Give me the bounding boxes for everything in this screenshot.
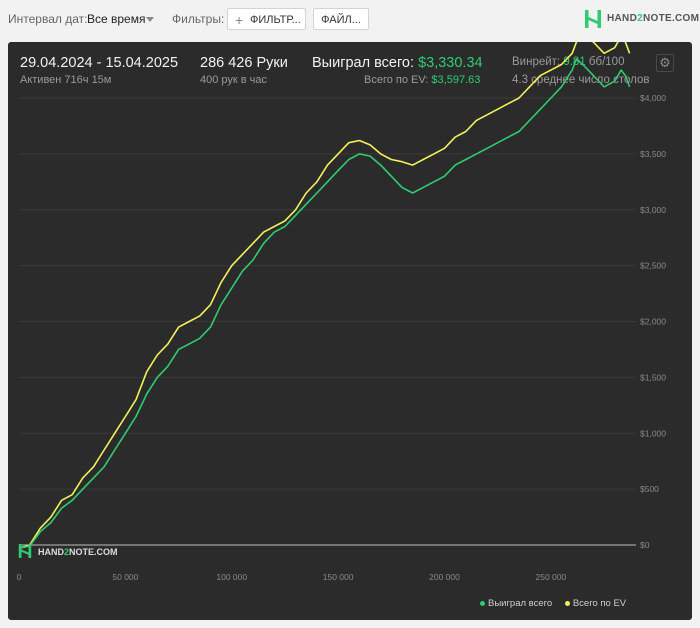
graph-panel: 29.04.2024 - 15.04.2025 Активен 716ч 15м… <box>8 42 692 620</box>
x-tick-label: 150 000 <box>323 572 354 582</box>
y-tick-label: $1,000 <box>640 428 666 438</box>
watermark-text: HAND2NOTE.COM <box>38 547 118 557</box>
legend-label-ev: Всего по EV <box>572 598 627 609</box>
x-tick-label: 200 000 <box>429 572 460 582</box>
y-tick-label: $4,000 <box>640 93 666 103</box>
date-interval-select[interactable]: Все время <box>87 12 145 26</box>
profit-chart: $0 $500 $1,000 $1,500 $2,000 $2,500 $3,000 $3,5… <box>17 42 666 582</box>
add-filter-button[interactable]: + ФИЛЬТР... <box>227 8 306 30</box>
chart-grid <box>19 97 636 490</box>
x-tick-label: 250 000 <box>536 572 567 582</box>
y-tick-label: $2,500 <box>640 261 666 271</box>
hand2note-logo-icon <box>585 10 601 28</box>
y-tick-label: $2,000 <box>640 317 666 327</box>
legend-dot-ev <box>564 600 570 606</box>
hand2note-watermark-icon <box>18 544 32 558</box>
hand2note-logo-text: HAND2NOTE.COM <box>607 13 700 24</box>
y-tick-label: $500 <box>640 484 659 494</box>
legend-dot-won <box>480 600 485 606</box>
chevron-down-icon[interactable] <box>146 17 154 22</box>
filters-label: Фильтры: <box>172 12 225 26</box>
chart-series <box>18 42 631 550</box>
y-tick-label: $3,000 <box>640 205 666 215</box>
y-tick-label: $0 <box>640 540 650 550</box>
x-tick-label: 0 <box>17 572 22 582</box>
legend-label-won: Выиграл всего <box>488 598 553 609</box>
chart-legend: Выиграл всего Всего по EV <box>480 598 636 609</box>
series-line-won <box>18 58 631 550</box>
files-button[interactable]: ФАЙЛ... <box>313 8 369 30</box>
x-tick-label: 50 000 <box>112 572 138 582</box>
legend-item-won[interactable]: Выиграл всего <box>480 598 552 609</box>
series-line-ev <box>18 42 631 550</box>
add-filter-label: ФИЛЬТР... <box>250 14 301 26</box>
plus-icon: + <box>235 12 244 28</box>
x-tick-label: 100 000 <box>216 572 247 582</box>
y-tick-label: $3,500 <box>640 149 666 159</box>
x-axis: 0 50 000 100 000 150 000 200 000 250 000 <box>17 572 567 582</box>
hand2note-logo: HAND2NOTE.COM <box>584 9 699 29</box>
date-interval-label: Интервал дат: <box>8 12 88 26</box>
y-tick-label: $1,500 <box>640 372 666 382</box>
filter-bar: Интервал дат: Все время Фильтры: + ФИЛЬТ… <box>0 0 700 40</box>
y-axis: $0 $500 $1,000 $1,500 $2,000 $2,500 $3,000 $3,5… <box>640 93 666 550</box>
legend-item-ev[interactable]: Всего по EV <box>564 598 627 609</box>
